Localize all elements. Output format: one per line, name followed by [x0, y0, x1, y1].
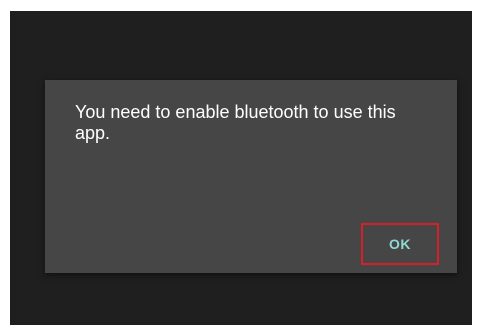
dialog-message: You need to enable bluetooth to use this… [75, 102, 396, 143]
app-screen: You need to enable bluetooth to use this… [10, 11, 472, 325]
bluetooth-alert-dialog: You need to enable bluetooth to use this… [45, 80, 457, 273]
ok-button[interactable]: OK [361, 223, 439, 265]
